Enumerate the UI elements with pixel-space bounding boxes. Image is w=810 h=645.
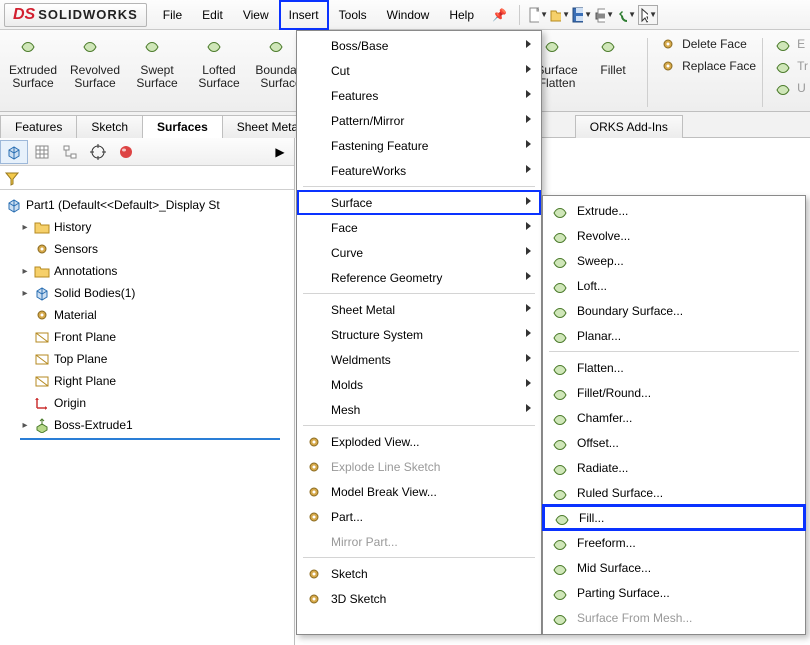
insert-menu-boss-base[interactable]: Boss/Base xyxy=(297,33,541,58)
ribbon-replace-face[interactable]: Replace Face xyxy=(660,56,756,76)
save-icon[interactable]: ▼ xyxy=(572,5,592,25)
tree-item-material[interactable]: Material xyxy=(6,304,292,326)
insert-menu-explode-line-sketch: Explode Line Sketch xyxy=(297,454,541,479)
configuration-tab-icon[interactable] xyxy=(56,140,84,164)
feature-tree-tab-icon[interactable] xyxy=(0,140,28,164)
rollback-bar[interactable] xyxy=(20,438,280,440)
logo-ds-icon: DS xyxy=(13,6,35,24)
new-doc-icon[interactable]: ▼ xyxy=(528,5,548,25)
menu-view[interactable]: View xyxy=(233,0,279,30)
surface-menu-surface-from-mesh: Surface From Mesh... xyxy=(543,605,805,630)
surface-menu-chamfer[interactable]: Chamfer... xyxy=(543,405,805,430)
menu-help[interactable]: Help xyxy=(439,0,484,30)
tab-sketch[interactable]: Sketch xyxy=(76,115,143,138)
tab-features[interactable]: Features xyxy=(0,115,77,138)
insert-menu-weldments[interactable]: Weldments xyxy=(297,347,541,372)
insert-menu-sheet-metal[interactable]: Sheet Metal xyxy=(297,297,541,322)
insert-menu-mirror-part: Mirror Part... xyxy=(297,529,541,554)
menu-tools[interactable]: Tools xyxy=(329,0,377,30)
insert-menu-part[interactable]: Part... xyxy=(297,504,541,529)
app-logo: DS SOLIDWORKS xyxy=(4,3,147,27)
menu-insert[interactable]: Insert xyxy=(279,0,329,30)
feature-tree: Part1 (Default<<Default>_Display St ▸His… xyxy=(0,190,294,444)
tree-item-top[interactable]: Top Plane xyxy=(6,348,292,370)
surface-menu-boundary-surface[interactable]: Boundary Surface... xyxy=(543,298,805,323)
tab-surfaces[interactable]: Surfaces xyxy=(142,115,223,138)
surface-menu-sweep[interactable]: Sweep... xyxy=(543,248,805,273)
pin-icon[interactable]: 📌 xyxy=(484,8,515,22)
surface-submenu-dropdown: Extrude...Revolve...Sweep...Loft...Bound… xyxy=(542,195,806,635)
insert-menu-featureworks[interactable]: FeatureWorks xyxy=(297,158,541,183)
insert-menu-model-break-view[interactable]: Model Break View... xyxy=(297,479,541,504)
insert-menu-exploded-view[interactable]: Exploded View... xyxy=(297,429,541,454)
tree-item-annotations[interactable]: ▸Annotations xyxy=(6,260,292,282)
print-icon[interactable]: ▼ xyxy=(594,5,614,25)
menu-file[interactable]: File xyxy=(153,0,192,30)
select-cursor-icon[interactable]: ▼ xyxy=(638,5,658,25)
insert-menu-d-sketch[interactable]: 3D Sketch xyxy=(297,586,541,611)
surface-menu-fillet-round[interactable]: Fillet/Round... xyxy=(543,380,805,405)
surface-menu-offset[interactable]: Offset... xyxy=(543,430,805,455)
ribbon-lofted-surface[interactable]: LoftedSurface xyxy=(188,34,250,90)
surface-menu-planar[interactable]: Planar... xyxy=(543,323,805,348)
feature-manager-panel: ▶ Part1 (Default<<Default>_Display St ▸H… xyxy=(0,138,295,645)
insert-menu-structure-system[interactable]: Structure System xyxy=(297,322,541,347)
open-icon[interactable]: ▼ xyxy=(550,5,570,25)
insert-menu-pattern-mirror[interactable]: Pattern/Mirror xyxy=(297,108,541,133)
ribbon-delete-face[interactable]: Delete Face xyxy=(660,34,756,54)
surface-menu-parting-surface[interactable]: Parting Surface... xyxy=(543,580,805,605)
tree-item-right[interactable]: Right Plane xyxy=(6,370,292,392)
logo-text: SOLIDWORKS xyxy=(38,7,138,22)
tree-root[interactable]: Part1 (Default<<Default>_Display St xyxy=(6,194,292,216)
insert-menu-molds[interactable]: Molds xyxy=(297,372,541,397)
ribbon-truncated: U xyxy=(775,78,808,98)
surface-menu-ruled-surface[interactable]: Ruled Surface... xyxy=(543,480,805,505)
surface-menu-flatten[interactable]: Flatten... xyxy=(543,355,805,380)
surface-menu-fill[interactable]: Fill... xyxy=(542,504,806,531)
dimxpert-tab-icon[interactable] xyxy=(84,140,112,164)
ribbon-fillet[interactable]: Fillet xyxy=(585,34,641,90)
surface-menu-freeform[interactable]: Freeform... xyxy=(543,530,805,555)
ribbon-extruded-surface[interactable]: ExtrudedSurface xyxy=(2,34,64,90)
surface-menu-loft[interactable]: Loft... xyxy=(543,273,805,298)
tree-item-origin[interactable]: Origin xyxy=(6,392,292,414)
insert-menu-curve[interactable]: Curve xyxy=(297,240,541,265)
menu-edit[interactable]: Edit xyxy=(192,0,233,30)
tree-item-history[interactable]: ▸History xyxy=(6,216,292,238)
tree-root-label: Part1 (Default<<Default>_Display St xyxy=(26,198,220,212)
surface-menu-radiate[interactable]: Radiate... xyxy=(543,455,805,480)
insert-menu-surface[interactable]: Surface xyxy=(297,190,541,215)
panel-expand-icon[interactable]: ▶ xyxy=(266,140,294,164)
tab-orks-add-ins[interactable]: ORKS Add-Ins xyxy=(575,115,683,138)
ribbon-truncated: Tr xyxy=(775,56,808,76)
insert-menu-face[interactable]: Face xyxy=(297,215,541,240)
tree-item-sensors[interactable]: Sensors xyxy=(6,238,292,260)
insert-menu-features[interactable]: Features xyxy=(297,83,541,108)
menu-items: FileEditViewInsertToolsWindowHelp xyxy=(153,0,484,30)
undo-icon[interactable]: ▼ xyxy=(616,5,636,25)
surface-menu-revolve[interactable]: Revolve... xyxy=(543,223,805,248)
property-manager-tab-icon[interactable] xyxy=(28,140,56,164)
insert-menu-dropdown: Boss/BaseCutFeaturesPattern/MirrorFasten… xyxy=(296,30,542,635)
insert-menu-reference-geometry[interactable]: Reference Geometry xyxy=(297,265,541,290)
feature-filter-bar[interactable] xyxy=(0,166,294,190)
insert-menu-sketch[interactable]: Sketch xyxy=(297,561,541,586)
surface-menu-extrude[interactable]: Extrude... xyxy=(543,198,805,223)
appearance-tab-icon[interactable] xyxy=(112,140,140,164)
tree-item-solid[interactable]: ▸Solid Bodies(1) xyxy=(6,282,292,304)
surface-menu-mid-surface[interactable]: Mid Surface... xyxy=(543,555,805,580)
insert-menu-fastening-feature[interactable]: Fastening Feature xyxy=(297,133,541,158)
menu-bar: DS SOLIDWORKS FileEditViewInsertToolsWin… xyxy=(0,0,810,30)
ribbon-swept-surface[interactable]: SweptSurface xyxy=(126,34,188,90)
ribbon-truncated: E xyxy=(775,34,808,54)
insert-menu-mesh[interactable]: Mesh xyxy=(297,397,541,422)
insert-menu-cut[interactable]: Cut xyxy=(297,58,541,83)
ribbon-revolved-surface[interactable]: RevolvedSurface xyxy=(64,34,126,90)
menu-window[interactable]: Window xyxy=(377,0,440,30)
quick-toolbar: ▼ ▼ ▼ ▼ ▼ ▼ xyxy=(524,5,658,25)
feature-manager-toolbar: ▶ xyxy=(0,138,294,166)
tree-item-boss-extrude1[interactable]: ▸Boss-Extrude1 xyxy=(6,414,292,436)
tree-item-front[interactable]: Front Plane xyxy=(6,326,292,348)
